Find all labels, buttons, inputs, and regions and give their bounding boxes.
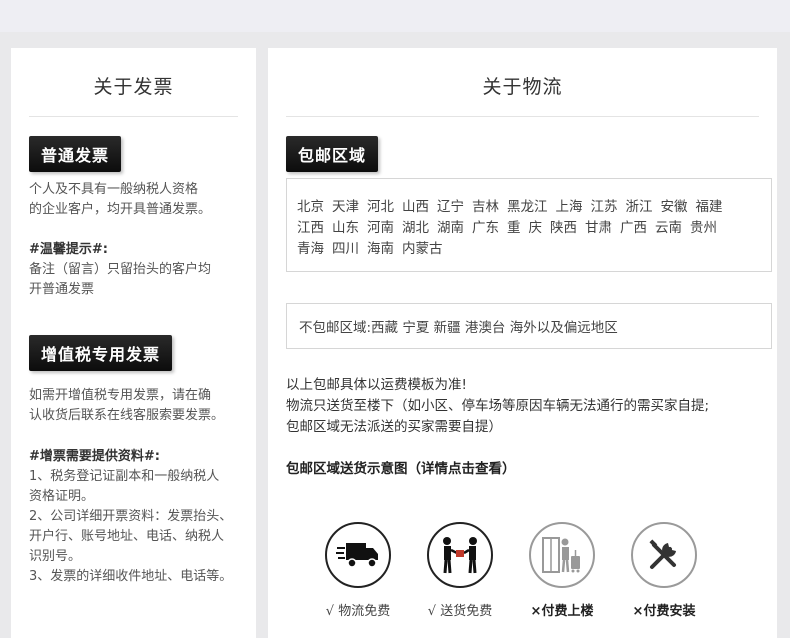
vat-invoice-text: 如需开增值税专用发票，请在确 认收货后联系在线客服索要发票。 — [29, 388, 225, 423]
province-item: 黑龙江 — [507, 199, 548, 215]
icon-label: √ 送货免费 — [427, 604, 493, 619]
province-item: 湖南 — [437, 220, 464, 236]
invoice-panel: 关于发票 普通发票 个人及不具有一般纳税人资格 的企业客户，均开具普通发票。 #… — [11, 48, 256, 638]
province-item: 海南 — [367, 241, 394, 257]
tip-block: #温馨提示#: 备注（留言）只留抬头的客户均 开普通发票 — [29, 242, 212, 297]
province-item: 重 — [507, 220, 521, 236]
icon-item-install: ×付费安装 — [629, 522, 699, 619]
province-item: 上海 — [555, 199, 583, 215]
province-item: 广西 — [620, 220, 647, 236]
icon-label: √ 物流免费 — [325, 604, 391, 619]
province-item: 内蒙古 — [402, 241, 443, 257]
province-list: 北京 天津 河北 山西 辽宁 吉林 黑龙江 上海 江苏 浙江 安徽 福建江西 山东 河南 湖北 湖南 广东重庆陕… — [297, 197, 757, 260]
province-item: 吉林 — [472, 199, 499, 215]
elevator-luggage-icon — [529, 522, 595, 588]
delivery-diagram-link[interactable]: 包邮区域送货示意图（详情点击查看） — [286, 459, 516, 479]
truck-icon — [325, 522, 391, 588]
excluded-area-text: 不包邮区域:西藏 宁夏 新疆 港澳台 海外以及偏远地区 — [299, 320, 618, 336]
province-item: 江西 — [297, 220, 324, 236]
normal-invoice-tag: 普通发票 — [29, 136, 122, 172]
free-area-box: 北京 天津 河北 山西 辽宁 吉林 黑龙江 上海 江苏 浙江 安徽 福建江西 山东 河南 湖北 湖南 广东重庆陕… — [286, 178, 772, 272]
icon-label: ×付费安装 — [632, 604, 696, 619]
province-item: 北京 — [297, 199, 324, 215]
province-item: 福建 — [695, 199, 723, 215]
province-item: 贵州 — [690, 220, 717, 236]
province-item: 浙江 — [625, 199, 653, 215]
tip-heading: #温馨提示#: — [29, 242, 108, 257]
province-item: 甘肃 — [585, 220, 612, 236]
top-band — [0, 0, 790, 32]
vat-invoice-tag: 增值税专用发票 — [29, 335, 173, 371]
free-area-tag: 包邮区域 — [286, 136, 379, 172]
province-item: 江苏 — [590, 199, 618, 215]
icon-label: ×付费上楼 — [530, 604, 594, 619]
province-item: 辽宁 — [437, 199, 464, 215]
province-item: 山西 — [402, 199, 429, 215]
normal-invoice-text: 个人及不具有一般纳税人资格 的企业客户，均开具普通发票。 — [29, 182, 212, 217]
province-item: 河南 — [367, 220, 394, 236]
province-item: 庆 — [528, 220, 543, 236]
shipping-notes: 以上包邮具体以运费模板为准! 物流只送货至楼下（如小区、停车场等原因车辆无法通行… — [286, 377, 710, 435]
province-item: 云南 — [655, 220, 682, 236]
province-item: 青海 — [297, 241, 324, 257]
tools-icon — [631, 522, 697, 588]
icon-item-logistics: √ 物流免费 — [323, 522, 393, 619]
requirements-heading: #增票需要提供资料#: — [29, 449, 160, 464]
invoice-title: 关于发票 — [93, 76, 174, 98]
province-item: 河北 — [367, 199, 394, 215]
province-item: 湖北 — [402, 220, 429, 236]
title-divider — [286, 116, 759, 117]
province-item: 陕西 — [550, 220, 577, 236]
icon-item-upstairs: ×付费上楼 — [527, 522, 597, 619]
icon-item-delivery: √ 送货免费 — [425, 522, 495, 619]
province-item: 安徽 — [660, 199, 688, 215]
province-item: 天津 — [332, 199, 359, 215]
province-item: 山东 — [332, 220, 359, 236]
title-divider — [29, 116, 238, 117]
requirements-block: #增票需要提供资料#: 1、税务登记证副本和一般纳税人 资格证明。 2、公司详细… — [29, 449, 233, 584]
logistics-panel: 关于物流 包邮区域 北京 天津 河北 山西 辽宁 吉林 黑龙江 上海 江苏 浙江 安徽 福建江西 山东河… — [268, 48, 777, 638]
province-item: 广东 — [472, 220, 499, 236]
logistics-title: 关于物流 — [482, 76, 563, 98]
excluded-area-box: 不包邮区域:西藏 宁夏 新疆 港澳台 海外以及偏远地区 — [286, 303, 772, 349]
delivery-person-icon — [427, 522, 493, 588]
province-item: 四川 — [332, 241, 359, 257]
